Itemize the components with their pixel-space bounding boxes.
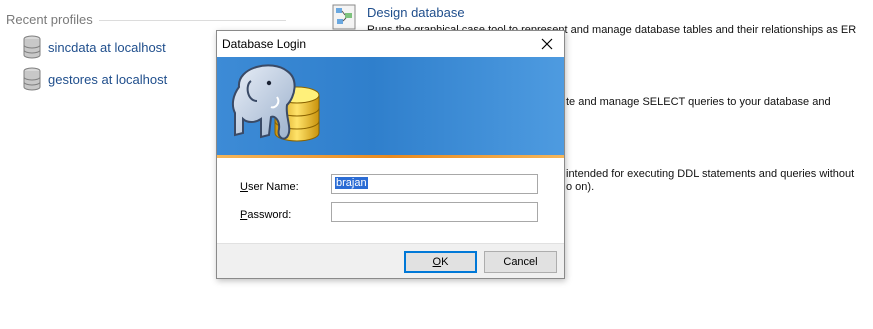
close-icon <box>541 38 553 50</box>
dialog-titlebar[interactable]: Database Login <box>217 31 564 57</box>
ok-button-label: OK <box>432 256 449 268</box>
username-field[interactable]: brajan <box>331 174 538 194</box>
username-label: User Name: <box>240 181 299 193</box>
password-label: Password: <box>240 209 292 221</box>
ok-button[interactable]: OK <box>404 251 477 273</box>
sql-description-line1: intended for executing DDL statements an… <box>566 168 855 180</box>
password-field[interactable] <box>331 202 538 222</box>
cancel-button-label: Cancel <box>503 256 538 268</box>
dialog-banner <box>217 57 564 155</box>
database-icon <box>23 67 41 91</box>
query-description: te and manage SELECT queries to your dat… <box>566 96 831 108</box>
username-value: brajan <box>335 177 368 189</box>
recent-profiles-title: Recent profiles <box>6 12 93 27</box>
postgresql-elephant-logo-icon <box>231 64 320 142</box>
design-database-icon <box>332 4 356 30</box>
recent-profile-label[interactable]: sincdata at localhost <box>48 40 166 55</box>
database-icon <box>23 35 41 59</box>
dialog-footer: OK Cancel <box>217 243 564 278</box>
sql-description-line2: o on). <box>566 181 595 193</box>
close-button[interactable] <box>530 31 564 57</box>
design-database-link[interactable]: Design database <box>367 5 465 20</box>
login-form: User Name: brajan Password: <box>217 158 564 245</box>
recent-profile-label[interactable]: gestores at localhost <box>48 72 167 87</box>
divider <box>98 20 286 21</box>
recent-profiles-header: Recent profiles <box>6 12 286 27</box>
cancel-button[interactable]: Cancel <box>484 251 557 273</box>
dialog-title: Database Login <box>222 37 307 51</box>
database-login-dialog: Database Login User Name: brajan Passwor… <box>216 30 565 279</box>
